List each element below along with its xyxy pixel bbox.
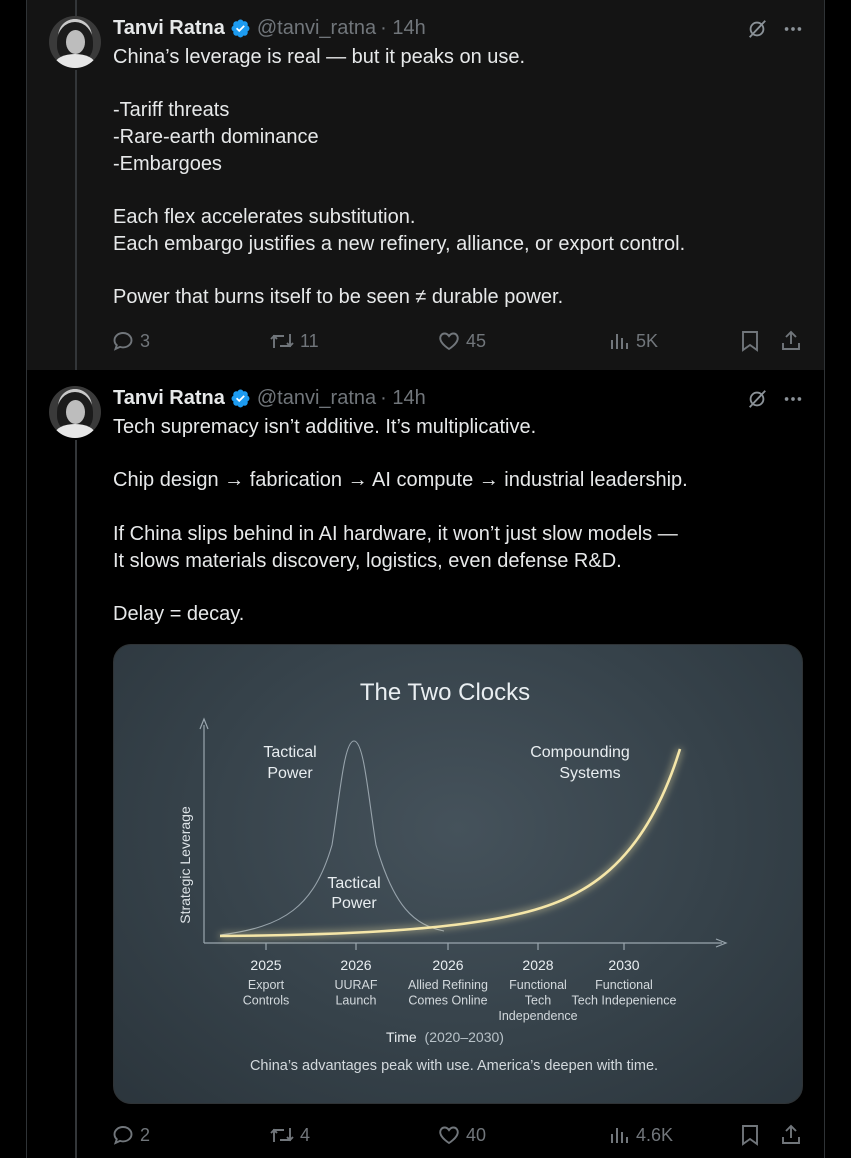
x-tick-label: Tech	[525, 994, 551, 1008]
tweet-text: Tech supremacy isn’t additive. It’s mult…	[113, 416, 688, 625]
timestamp[interactable]: · 14h	[380, 387, 426, 410]
analytics-icon	[611, 1128, 628, 1143]
x-ticks: 2025 Export Controls 2026 UURAF Launch 2026 All…	[243, 943, 677, 1023]
avatar[interactable]	[49, 386, 101, 438]
action-bar: 2 4 40 4.6K	[111, 1121, 803, 1149]
label-tactical-top-1: Tactical	[263, 744, 316, 761]
repost-count: 4	[300, 1124, 311, 1145]
author-name[interactable]: Tanvi Ratna	[113, 387, 225, 410]
verified-badge-icon[interactable]	[230, 388, 251, 409]
x-tick-year: 2026	[432, 957, 463, 973]
x-tick-label: Controls	[243, 994, 290, 1008]
label-tactical-top-2: Power	[267, 765, 313, 782]
tweet-image[interactable]: The Two Clocks Strategic Leverage Tactic…	[113, 644, 803, 1104]
action-bar: 3 11 45 5K	[111, 327, 803, 355]
x-axis-label-range: (2020–2030)	[425, 1029, 504, 1045]
reply-count: 2	[140, 1124, 151, 1145]
x-axis-label: Time (2020–2030)	[386, 1029, 504, 1045]
x-tick-year: 2030	[608, 957, 639, 973]
share-icon	[782, 1124, 800, 1144]
grok-icon[interactable]	[746, 18, 768, 40]
like-count: 45	[466, 330, 487, 351]
heart-icon	[439, 332, 459, 351]
x-tick-label: UURAF	[334, 978, 377, 992]
timestamp[interactable]: · 14h	[380, 17, 426, 40]
views-button[interactable]: 4.6K	[607, 1123, 673, 1147]
author-handle[interactable]: @tanvi_ratna	[257, 17, 376, 40]
like-button[interactable]: 45	[437, 329, 486, 353]
bookmark-button[interactable]	[739, 1123, 761, 1147]
x-tick-label: Launch	[335, 994, 376, 1008]
x-tick-label: Functional	[595, 978, 653, 992]
reply-count: 3	[140, 330, 151, 351]
tweet-header: Tanvi Ratna @tanvi_ratna · 14h	[113, 386, 426, 410]
top-actions	[746, 388, 804, 410]
reply-icon	[113, 332, 133, 351]
tweet[interactable]: Tanvi Ratna @tanvi_ratna · 14h China’s l…	[27, 0, 824, 370]
x-tick-label: Comes Online	[408, 994, 487, 1008]
view-count: 4.6K	[636, 1124, 674, 1145]
x-tick-label: Functional	[509, 978, 567, 992]
two-clocks-chart: The Two Clocks Strategic Leverage Tactic…	[177, 679, 728, 1074]
chart-title: The Two Clocks	[360, 679, 530, 706]
x-tick-label: Export	[248, 978, 285, 992]
like-button[interactable]: 40	[437, 1123, 486, 1147]
label-tactical-mid-2: Power	[331, 895, 377, 912]
repost-count: 11	[300, 330, 319, 351]
grok-icon[interactable]	[746, 388, 768, 410]
chart-caption: China’s advantages peak with use. Americ…	[250, 1058, 658, 1074]
tweet-text: China’s leverage is real — but it peaks …	[113, 46, 686, 309]
author-name[interactable]: Tanvi Ratna	[113, 17, 225, 40]
tweet-header: Tanvi Ratna @tanvi_ratna · 14h	[113, 16, 426, 40]
views-button[interactable]: 5K	[607, 329, 658, 353]
thread-line-top	[75, 0, 77, 16]
x-tick-year: 2028	[522, 957, 553, 973]
share-button[interactable]	[779, 1123, 803, 1147]
x-tick-year: 2025	[250, 957, 281, 973]
reply-icon	[113, 1126, 133, 1145]
label-compounding-1: Compounding	[530, 744, 630, 761]
repost-button[interactable]: 4	[269, 1123, 310, 1147]
x-tick-label: Tech Indepenience	[572, 994, 677, 1008]
bookmark-button[interactable]	[739, 329, 761, 353]
top-actions	[746, 18, 804, 40]
author-handle[interactable]: @tanvi_ratna	[257, 387, 376, 410]
share-button[interactable]	[779, 329, 803, 353]
thread-line	[75, 440, 77, 1158]
more-icon[interactable]	[782, 388, 804, 410]
reply-button[interactable]: 3	[111, 329, 150, 353]
share-icon	[782, 330, 800, 350]
x-tick-label: Allied Refining	[408, 978, 488, 992]
analytics-icon	[611, 334, 628, 349]
repost-icon	[270, 334, 294, 348]
more-icon[interactable]	[782, 18, 804, 40]
view-count: 5K	[636, 330, 659, 351]
thread-line	[75, 70, 77, 370]
reply-button[interactable]: 2	[111, 1123, 150, 1147]
bookmark-icon	[742, 331, 758, 352]
x-tick-label: Independence	[498, 1009, 577, 1023]
label-compounding-2: Systems	[559, 765, 620, 782]
x-axis-label-main: Time	[386, 1029, 417, 1045]
like-count: 40	[466, 1124, 487, 1145]
tweet[interactable]: Tanvi Ratna @tanvi_ratna · 14h Tech supr…	[27, 370, 824, 1158]
label-tactical-mid-1: Tactical	[327, 875, 380, 892]
verified-badge-icon[interactable]	[230, 18, 251, 39]
x-tick-year: 2026	[340, 957, 371, 973]
repost-icon	[270, 1128, 294, 1142]
repost-button[interactable]: 11	[269, 329, 319, 353]
column-border-right	[824, 0, 825, 1158]
bookmark-icon	[742, 1125, 758, 1146]
y-axis-label: Strategic Leverage	[177, 806, 193, 924]
heart-icon	[439, 1126, 459, 1145]
avatar[interactable]	[49, 16, 101, 68]
